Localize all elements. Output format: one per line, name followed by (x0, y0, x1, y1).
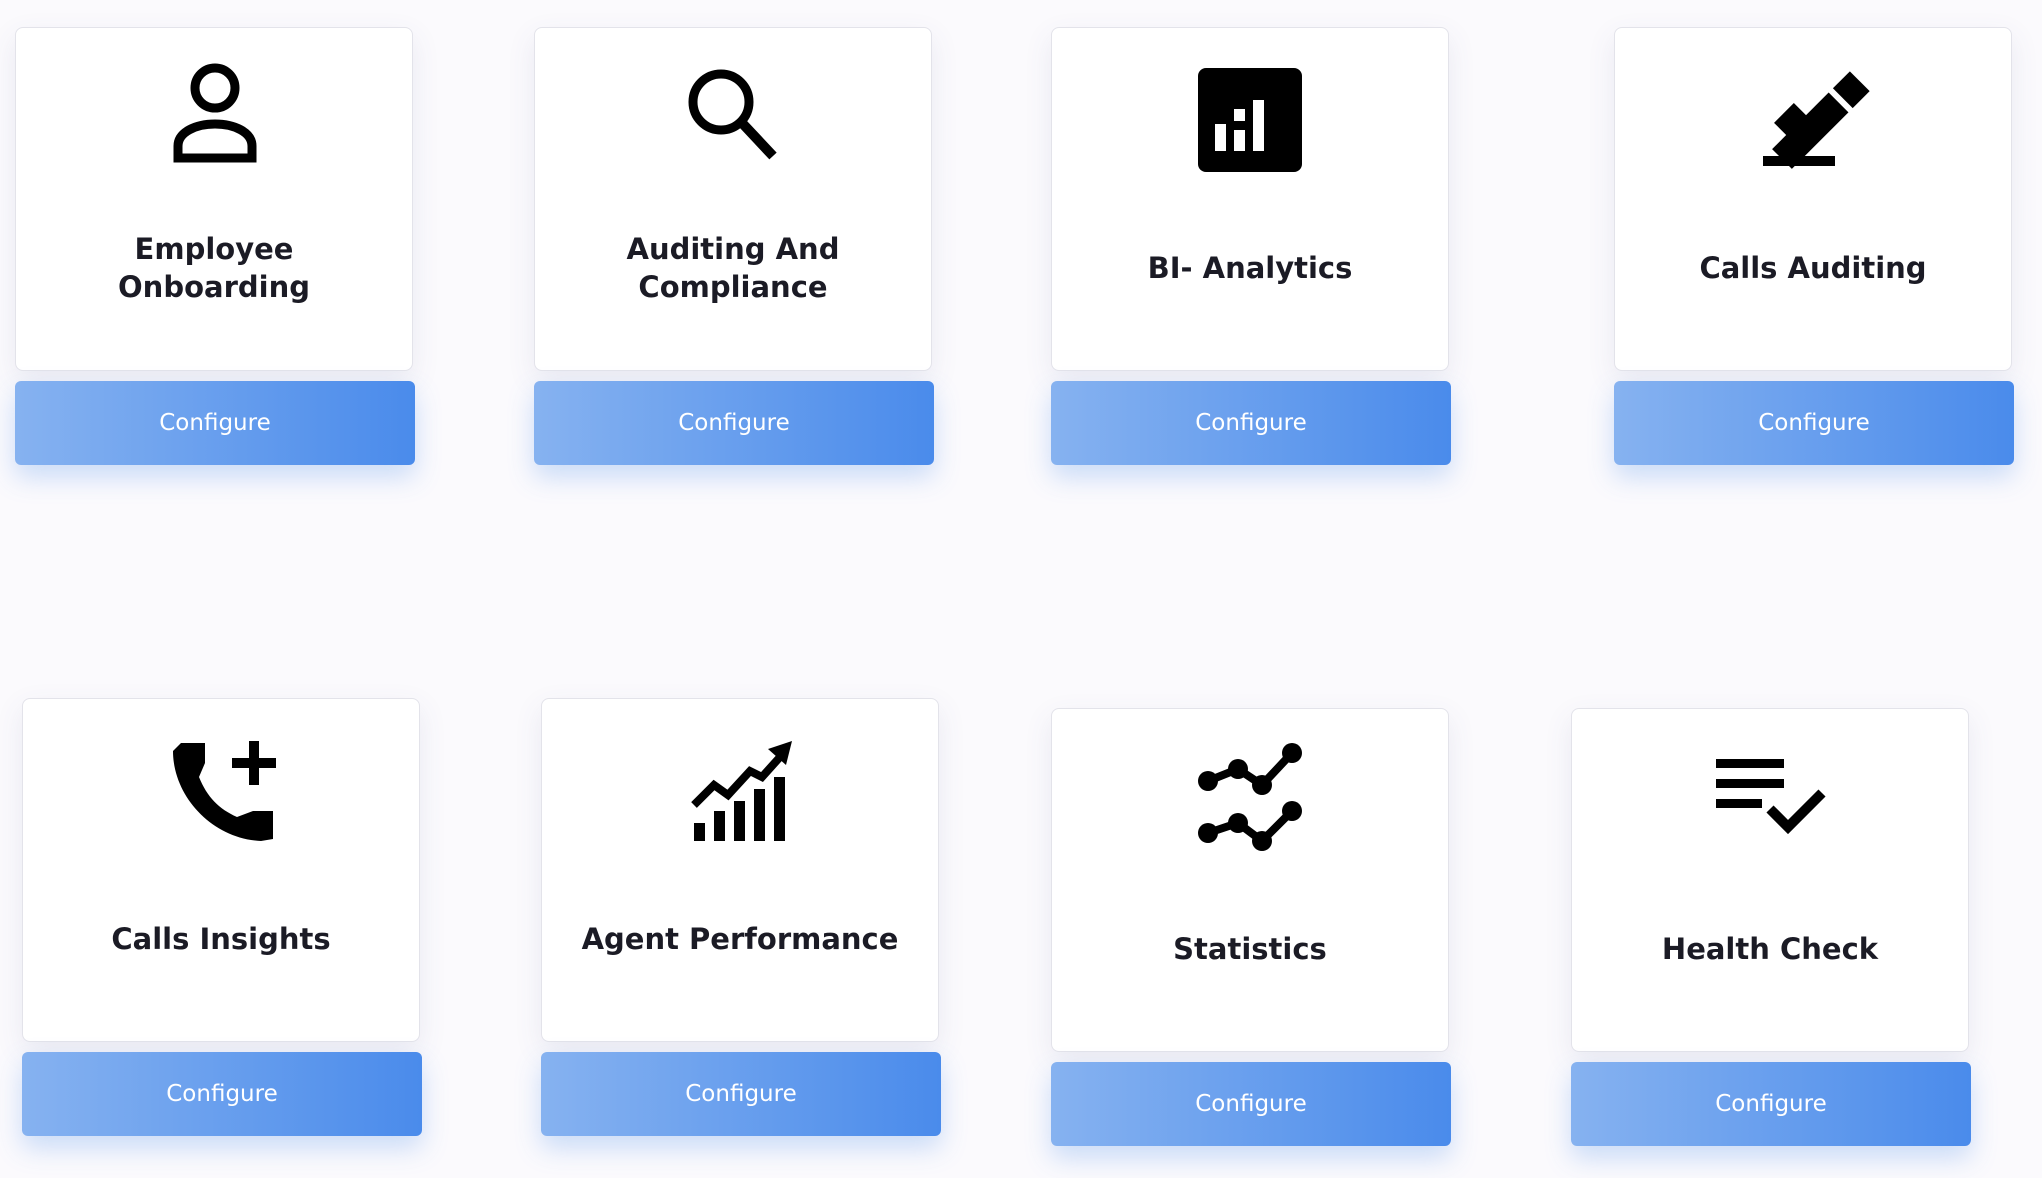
configure-button-label: Configure (1195, 1091, 1307, 1117)
module-card: Calls Auditing (1614, 27, 2012, 371)
module-title: Health Check (1661, 932, 1879, 966)
configure-button-label: Configure (159, 410, 271, 436)
multiline-chart-icon (1198, 743, 1302, 851)
module-title: Calls Auditing (1699, 251, 1927, 285)
bar-chart-icon (1198, 68, 1302, 172)
configure-button-label: Configure (1758, 410, 1870, 436)
configure-button-label: Configure (1195, 410, 1307, 436)
module-card: Auditing And Compliance (534, 27, 932, 371)
configure-button[interactable]: Configure (541, 1052, 941, 1136)
module-title: Employee Onboarding (118, 232, 310, 304)
configure-button[interactable]: Configure (534, 381, 934, 465)
module-title: Agent Performance (581, 922, 899, 956)
add-call-icon (173, 741, 276, 841)
module-title: BI- Analytics (1147, 251, 1353, 285)
module-card: BI- Analytics (1051, 27, 1449, 371)
module-title: Calls Insights (111, 922, 331, 956)
configure-button-label: Configure (166, 1081, 278, 1107)
checklist-icon (1716, 759, 1826, 835)
configure-button-label: Configure (685, 1081, 797, 1107)
configure-button-label: Configure (1715, 1091, 1827, 1117)
trending-up-chart-icon (691, 741, 792, 841)
person-icon (173, 63, 257, 163)
gavel-icon (1763, 71, 1870, 169)
module-title: Statistics (1173, 932, 1327, 966)
module-title: Auditing And Compliance (626, 232, 840, 304)
configure-button[interactable]: Configure (1571, 1062, 1971, 1146)
module-card: Agent Performance (541, 698, 939, 1042)
configure-button[interactable]: Configure (1051, 381, 1451, 465)
module-card: Employee Onboarding (15, 27, 413, 371)
module-card: Calls Insights (22, 698, 420, 1042)
configure-button[interactable]: Configure (1051, 1062, 1451, 1146)
configure-button-label: Configure (678, 410, 790, 436)
module-card: Health Check (1571, 708, 1969, 1052)
configure-button[interactable]: Configure (1614, 381, 2014, 465)
module-card: Statistics (1051, 708, 1449, 1052)
search-icon (688, 69, 777, 160)
configure-button[interactable]: Configure (15, 381, 415, 465)
configure-button[interactable]: Configure (22, 1052, 422, 1136)
